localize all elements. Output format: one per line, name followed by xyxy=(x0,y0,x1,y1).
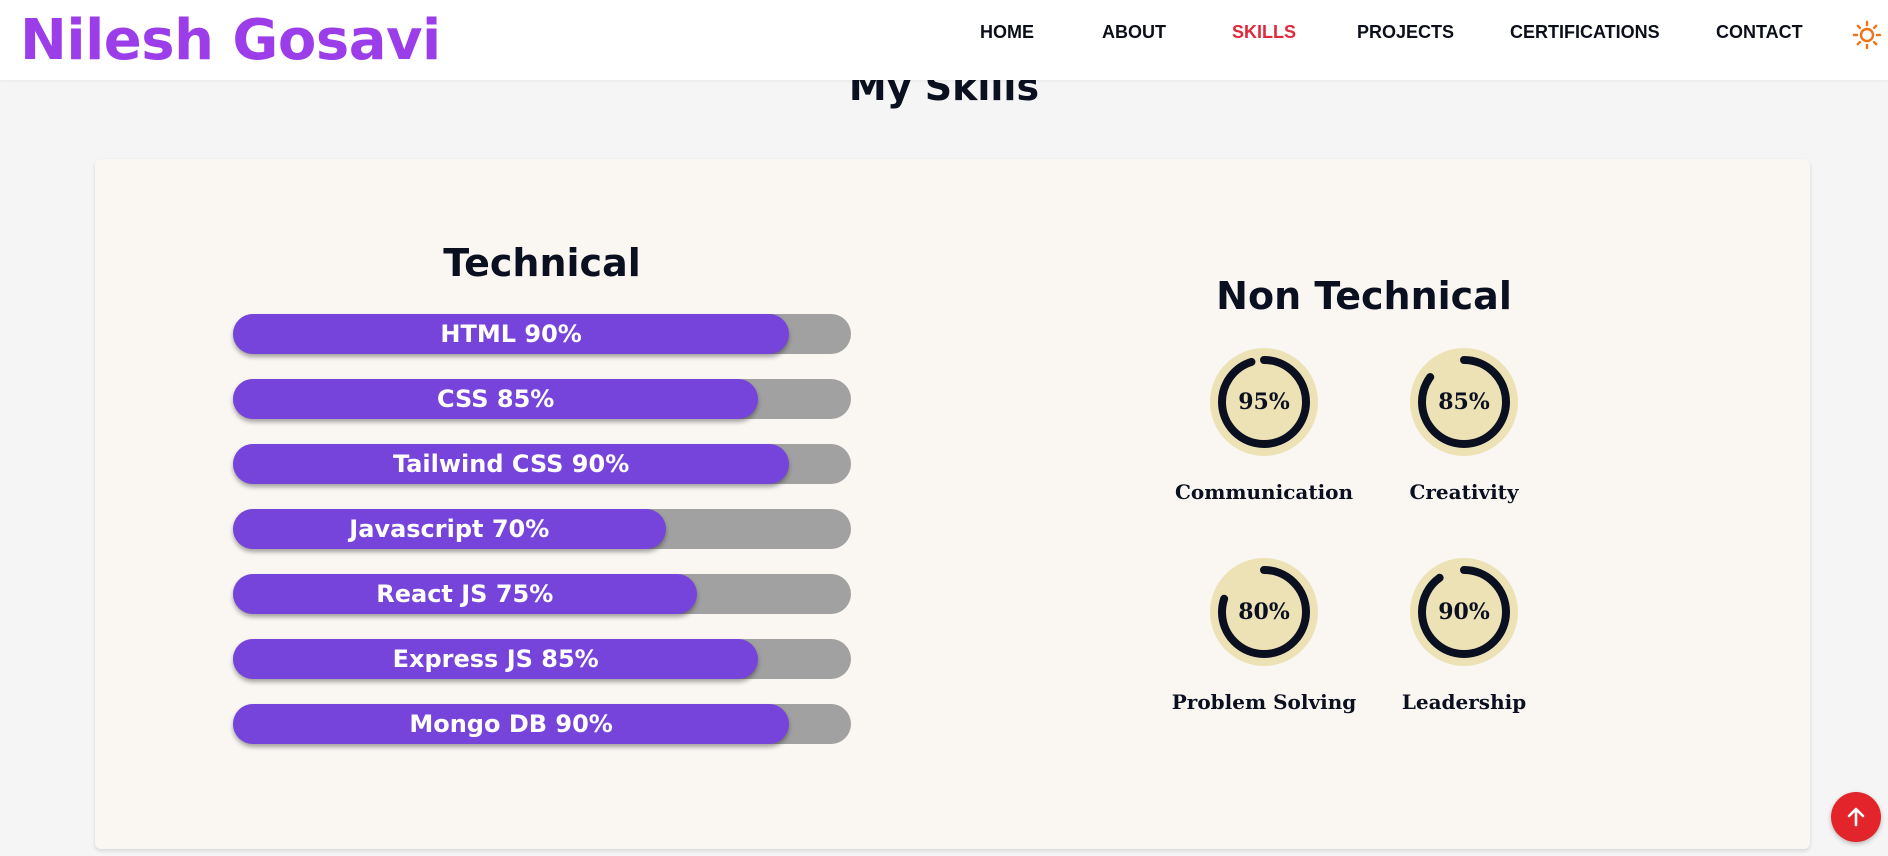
skill-bar-label: Mongo DB 90% xyxy=(409,710,613,738)
gauge-value: 90% xyxy=(1438,599,1490,625)
gauge-label: Problem Solving xyxy=(1171,690,1357,714)
skill-bar-fill: Tailwind CSS 90% xyxy=(233,444,790,484)
skill-bar-track: Tailwind CSS 90% xyxy=(233,444,851,484)
skill-bar-label: React JS 75% xyxy=(376,580,554,608)
skill-bar-track: CSS 85% xyxy=(233,379,851,419)
gauge-value: 95% xyxy=(1238,389,1290,415)
skill-bar-label: Express JS 85% xyxy=(392,645,599,673)
nav-projects[interactable]: PROJECTS xyxy=(1357,18,1454,46)
skill-bar-fill: CSS 85% xyxy=(233,379,759,419)
brand-logo[interactable]: Nilesh Gosavi xyxy=(20,6,441,76)
gauge-label: Leadership xyxy=(1401,690,1527,714)
technical-title: Technical xyxy=(443,241,641,285)
nav-home[interactable]: HOME xyxy=(980,18,1034,46)
gauge-value: 80% xyxy=(1238,599,1290,625)
gauge-value: 85% xyxy=(1438,389,1490,415)
skill-bar-label: Javascript 70% xyxy=(349,515,550,543)
skill-bar-track: React JS 75% xyxy=(233,574,851,614)
skill-bar-track: Express JS 85% xyxy=(233,639,851,679)
theme-toggle-button[interactable] xyxy=(1852,20,1882,50)
skill-bar-fill: Express JS 85% xyxy=(233,639,759,679)
skill-bar-track: Javascript 70% xyxy=(233,509,851,549)
skill-gauge: 90% xyxy=(1409,557,1519,667)
nav-skills[interactable]: SKILLS xyxy=(1232,18,1296,46)
nav-about[interactable]: ABOUT xyxy=(1102,18,1166,46)
skill-bar-label: HTML 90% xyxy=(440,320,582,348)
skill-bar-label: CSS 85% xyxy=(436,385,555,413)
navbar: Nilesh Gosavi HOME ABOUT SKILLS PROJECTS… xyxy=(0,0,1888,80)
skill-bar-track: HTML 90% xyxy=(233,314,851,354)
skill-bar-fill: Javascript 70% xyxy=(233,509,666,549)
non-technical-title: Non Technical xyxy=(1216,274,1512,318)
nav-contact[interactable]: CONTACT xyxy=(1716,18,1803,46)
nav-certifications[interactable]: CERTIFICATIONS xyxy=(1510,18,1660,46)
skill-bar-fill: React JS 75% xyxy=(233,574,697,614)
sun-icon xyxy=(1852,20,1882,50)
skill-gauge: 80% xyxy=(1209,557,1319,667)
gauge-label: Communication xyxy=(1174,480,1354,504)
skill-bar-fill: HTML 90% xyxy=(233,314,790,354)
skill-bar-label: Tailwind CSS 90% xyxy=(392,450,630,478)
skill-gauge: 95% xyxy=(1209,347,1319,457)
skill-gauge: 85% xyxy=(1409,347,1519,457)
arrow-up-icon xyxy=(1847,807,1865,827)
gauge-label: Creativity xyxy=(1409,480,1519,504)
skill-bar-fill: Mongo DB 90% xyxy=(233,704,790,744)
scroll-to-top-button[interactable] xyxy=(1831,792,1881,842)
skill-bar-track: Mongo DB 90% xyxy=(233,704,851,744)
